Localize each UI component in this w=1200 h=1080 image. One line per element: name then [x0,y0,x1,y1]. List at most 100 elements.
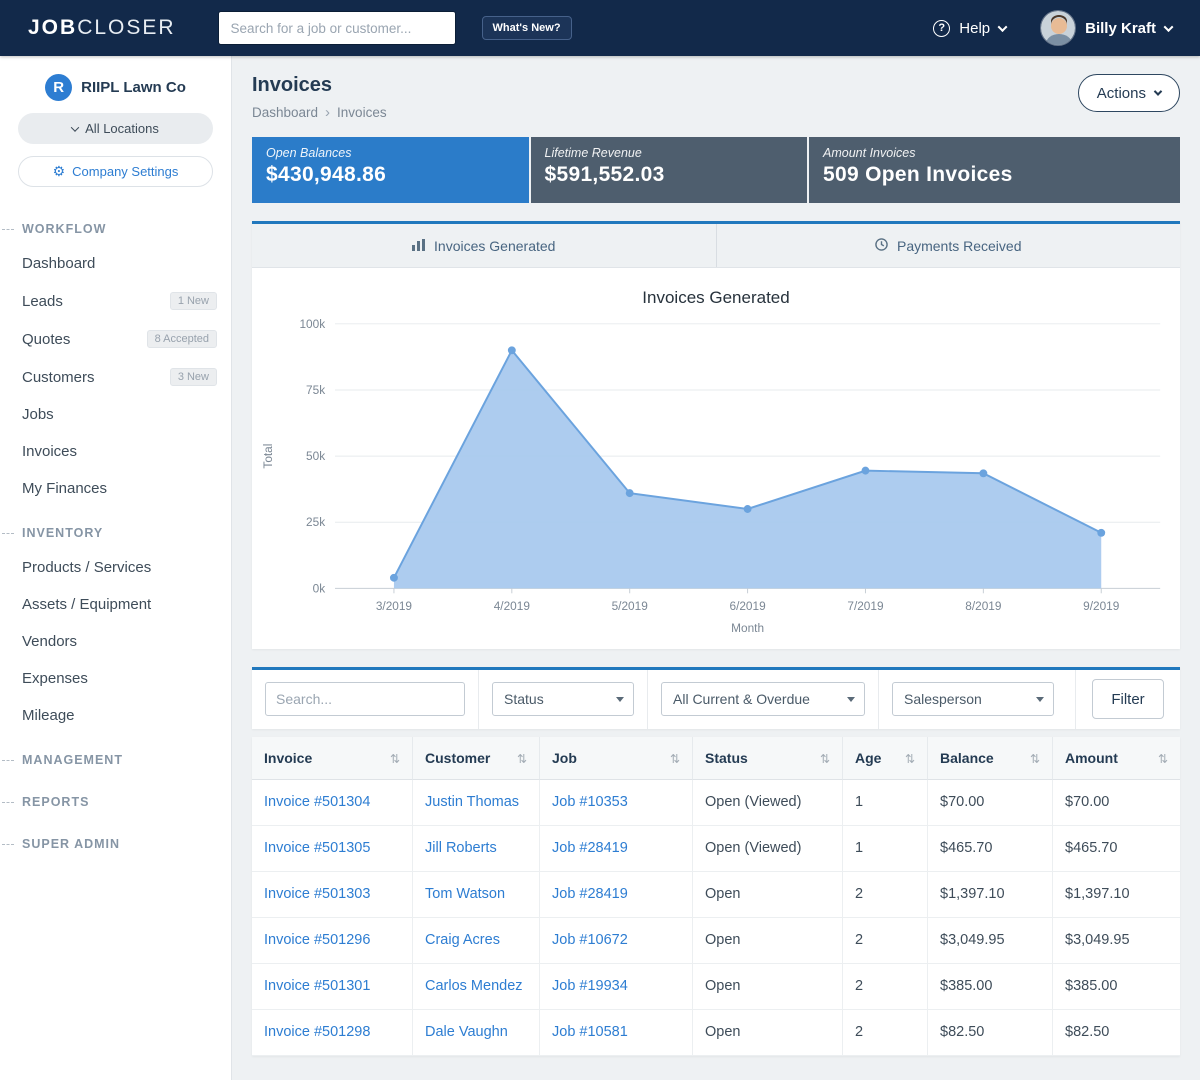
age-cell: 2 [843,964,928,1010]
company-switcher[interactable]: R RIIPL Lawn Co [0,74,231,101]
current-overdue-select[interactable]: All Current & Overdue [661,682,865,716]
avatar [1040,10,1076,46]
stat-lifetime-revenue: Lifetime Revenue $591,552.03 [531,137,808,203]
locations-label: All Locations [85,121,159,136]
tab-invoices-generated[interactable]: Invoices Generated [252,224,717,267]
invoice-link[interactable]: Invoice #501304 [252,780,413,826]
section-reports[interactable]: REPORTS [0,786,231,818]
section-super-admin[interactable]: SUPER ADMIN [0,828,231,860]
company-name: RIIPL Lawn Co [81,79,186,96]
customer-link[interactable]: Carlos Mendez [413,964,540,1010]
salesperson-select[interactable]: Salesperson [892,682,1054,716]
column-header-amount[interactable]: Amount [1053,737,1180,780]
sidebar-nav: WORKFLOW Dashboard Leads1 New Quotes8 Ac… [0,213,231,860]
breadcrumb-separator-icon [325,104,330,121]
invoice-link[interactable]: Invoice #501296 [252,918,413,964]
column-header-customer[interactable]: Customer [413,737,540,780]
svg-text:75k: 75k [306,383,325,397]
table-row: Invoice #501305 Jill Roberts Job #28419 … [252,826,1180,872]
page-title: Invoices [252,74,387,97]
sidebar-item-assets-equipment[interactable]: Assets / Equipment [0,586,231,623]
breadcrumb-dashboard[interactable]: Dashboard [252,105,318,120]
sidebar-item-leads[interactable]: Leads1 New [0,282,231,320]
job-link[interactable]: Job #10581 [540,1010,693,1056]
age-cell: 2 [843,1010,928,1056]
chevron-down-icon [998,22,1008,32]
section-workflow[interactable]: WORKFLOW [0,213,231,245]
svg-text:6/2019: 6/2019 [729,599,766,613]
status-cell: Open [693,964,843,1010]
customer-link[interactable]: Justin Thomas [413,780,540,826]
help-menu[interactable]: Help [933,20,1006,37]
stat-amount-invoices: Amount Invoices 509 Open Invoices [809,137,1180,203]
app-logo[interactable]: JOBCLOSER [28,16,176,40]
tab-payments-received[interactable]: Payments Received [717,224,1181,267]
filter-button[interactable]: Filter [1092,679,1164,719]
column-header-balance[interactable]: Balance [928,737,1053,780]
column-header-invoice[interactable]: Invoice [252,737,413,780]
amount-cell: $70.00 [1053,780,1180,826]
sort-icon [390,750,400,766]
job-link[interactable]: Job #10672 [540,918,693,964]
sidebar-item-customers[interactable]: Customers3 New [0,358,231,396]
filter-bar: Status All Current & Overdue Salesperson… [252,667,1180,729]
sidebar-item-products-services[interactable]: Products / Services [0,549,231,586]
column-header-age[interactable]: Age [843,737,928,780]
filter-search-group [252,670,479,729]
job-link[interactable]: Job #28419 [540,872,693,918]
job-link[interactable]: Job #28419 [540,826,693,872]
sort-icon [670,750,680,766]
sidebar-item-dashboard[interactable]: Dashboard [0,245,231,282]
sidebar-item-jobs[interactable]: Jobs [0,396,231,433]
breadcrumb: Dashboard Invoices [252,104,387,121]
sidebar-item-vendors[interactable]: Vendors [0,623,231,660]
status-cell: Open [693,872,843,918]
actions-button[interactable]: Actions [1078,74,1180,112]
locations-dropdown[interactable]: All Locations [18,113,213,144]
logo-text-light: CLOSER [77,16,175,39]
breadcrumb-invoices: Invoices [337,105,387,120]
status-select[interactable]: Status [492,682,634,716]
sidebar-item-invoices[interactable]: Invoices [0,433,231,470]
amount-cell: $1,397.10 [1053,872,1180,918]
column-header-job[interactable]: Job [540,737,693,780]
table-search-input[interactable] [265,682,465,716]
invoice-link[interactable]: Invoice #501305 [252,826,413,872]
customer-link[interactable]: Craig Acres [413,918,540,964]
status-cell: Open (Viewed) [693,780,843,826]
customer-link[interactable]: Jill Roberts [413,826,540,872]
column-header-status[interactable]: Status [693,737,843,780]
svg-text:8/2019: 8/2019 [965,599,1002,613]
page-header: Invoices Dashboard Invoices Actions [252,74,1180,121]
global-search-input[interactable] [218,11,456,45]
user-name: Billy Kraft [1085,20,1156,37]
invoice-link[interactable]: Invoice #501298 [252,1010,413,1056]
chevron-down-icon [1154,87,1162,95]
job-link[interactable]: Job #10353 [540,780,693,826]
invoice-link[interactable]: Invoice #501303 [252,872,413,918]
amount-cell: $82.50 [1053,1010,1180,1056]
balance-cell: $465.70 [928,826,1053,872]
sort-icon [1158,750,1168,766]
job-link[interactable]: Job #19934 [540,964,693,1010]
sidebar: R RIIPL Lawn Co All Locations Company Se… [0,56,232,1080]
sidebar-item-quotes[interactable]: Quotes8 Accepted [0,320,231,358]
whats-new-button[interactable]: What's New? [482,16,572,40]
sidebar-item-expenses[interactable]: Expenses [0,660,231,697]
sidebar-item-my-finances[interactable]: My Finances [0,470,231,507]
status-cell: Open [693,1010,843,1056]
sort-icon [905,750,915,766]
svg-text:Total: Total [261,444,275,469]
svg-text:0k: 0k [313,581,326,595]
section-management[interactable]: MANAGEMENT [0,744,231,776]
company-settings-button[interactable]: Company Settings [18,156,213,187]
user-menu[interactable]: Billy Kraft [1040,10,1172,46]
section-inventory[interactable]: INVENTORY [0,517,231,549]
invoice-link[interactable]: Invoice #501301 [252,964,413,1010]
svg-text:25k: 25k [306,515,325,529]
age-cell: 1 [843,826,928,872]
stat-cards: Open Balances $430,948.86 Lifetime Reven… [252,137,1180,203]
sidebar-item-mileage[interactable]: Mileage [0,697,231,734]
customer-link[interactable]: Dale Vaughn [413,1010,540,1056]
customer-link[interactable]: Tom Watson [413,872,540,918]
